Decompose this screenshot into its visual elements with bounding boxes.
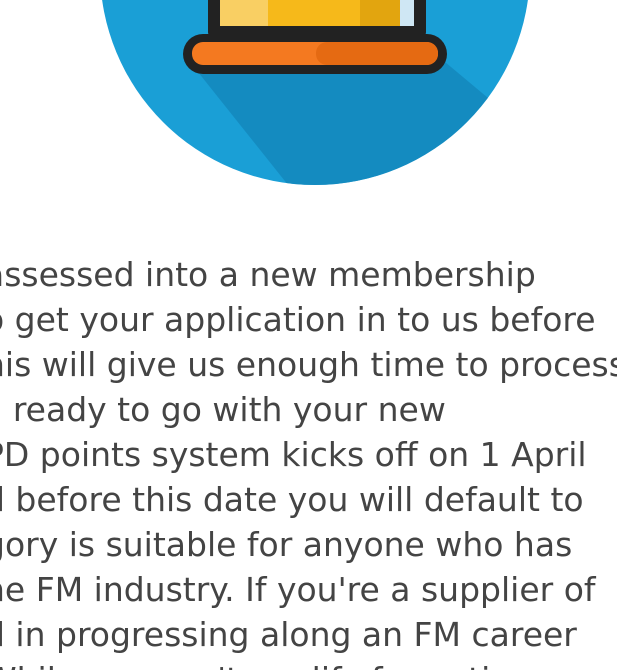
laptop-screen-shade (360, 0, 400, 26)
laptop-icon (183, 0, 447, 74)
body-text-line: he FM industry. If you're a supplier of (0, 570, 596, 609)
laptop-screen-highlight (220, 0, 268, 26)
body-text-line: While you can't qualify for entire (0, 657, 617, 670)
body-text-line: o get your application in to us before (0, 300, 596, 339)
laptop-base-shade (316, 42, 438, 65)
body-text-line: d in progressing along an FM career (0, 615, 577, 654)
body-text-line: gory is suitable for anyone who has (0, 525, 573, 564)
body-text-line: ll ready to go with your new (0, 390, 446, 429)
laptop-screen-edge (400, 0, 414, 26)
body-text-line: assessed into a new membership (0, 255, 536, 294)
body-text-line: d before this date you will default to (0, 480, 584, 519)
article-page: assessed into a new membership o get you… (0, 0, 617, 670)
body-text-line: his will give us enough time to process (0, 345, 617, 384)
article-body-text: assessed into a new membership o get you… (0, 252, 617, 670)
body-text-line: PD points system kicks off on 1 April (0, 435, 587, 474)
laptop-illustration (102, 0, 530, 185)
